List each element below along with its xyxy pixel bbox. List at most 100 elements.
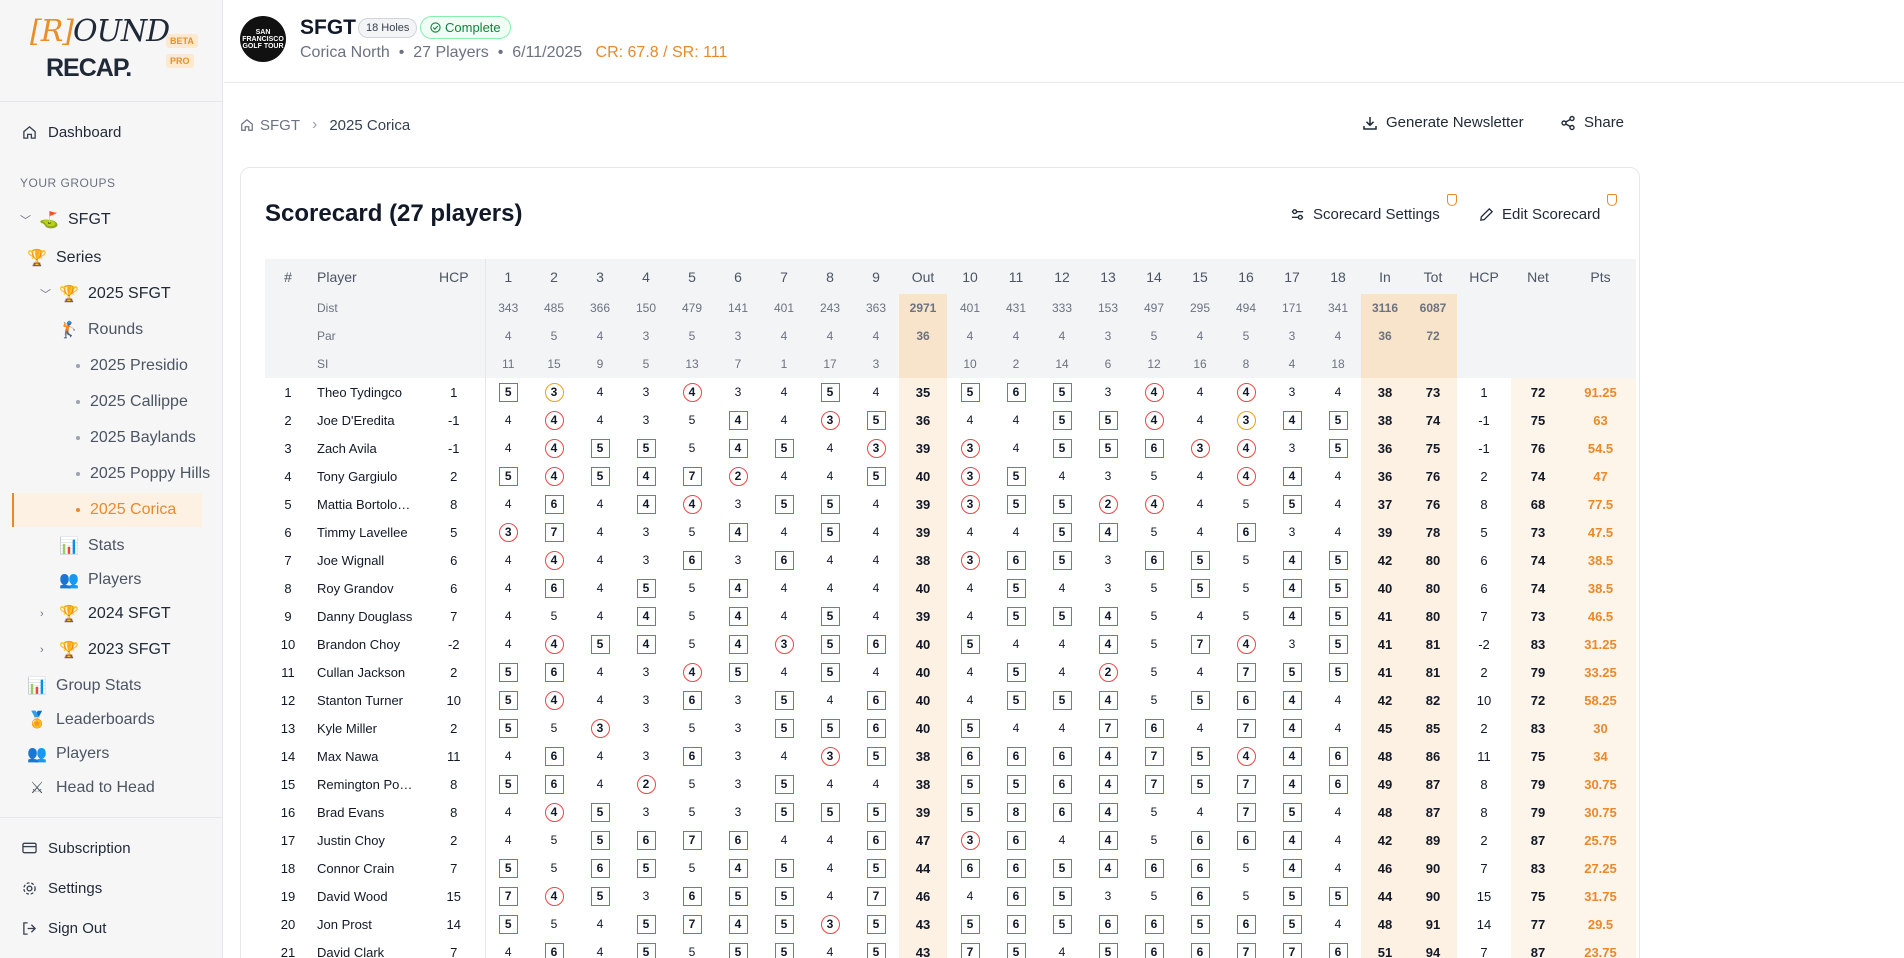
- out-total: 44: [899, 854, 947, 882]
- hole-score: 4: [1177, 378, 1223, 406]
- generate-newsletter-button[interactable]: Generate Newsletter: [1362, 114, 1524, 131]
- player-hcp2: -1: [1478, 440, 1490, 456]
- table-row[interactable]: 18 Connor Crain 7 5 5 6 5 5 4 5 4 5 44 6 6 5 4 6 6 5 4 4 46 90 7…: [265, 854, 1636, 882]
- player-name[interactable]: Justin Choy: [311, 826, 423, 854]
- share-button[interactable]: Share: [1560, 114, 1624, 131]
- score-marker: 6: [1190, 886, 1210, 906]
- sidebar-round-corica[interactable]: 2025 Corica: [12, 493, 202, 527]
- table-row[interactable]: 20 Jon Prost 14 5 5 4 5 7 4 5 3 5 43 5 6 5 6 6 5 6 5 4 48 91 14 7…: [265, 910, 1636, 938]
- sidebar-item-subscription[interactable]: Subscription: [0, 836, 222, 860]
- sidebar-round-presidio[interactable]: 2025 Presidio: [0, 353, 222, 379]
- sidebar-round-poppy-hills[interactable]: 2025 Poppy Hills: [0, 461, 222, 487]
- table-row[interactable]: 15 Remington Po… 8 5 6 4 2 5 3 5 4 4 38 5 5 6 4 7 5 7 4 6 49 87…: [265, 770, 1636, 798]
- row-num: 19: [280, 888, 296, 904]
- player-name[interactable]: Remington Po…: [311, 770, 423, 798]
- player-name[interactable]: Jon Prost: [311, 910, 423, 938]
- sidebar-item-series[interactable]: 🏆 Series: [0, 245, 222, 271]
- hole-score: 4: [577, 658, 623, 686]
- table-row[interactable]: 16 Brad Evans 8 4 4 5 3 5 3 5 5 5 39 5 8 6 4 5 4 7 5 4 48 87 8 79…: [265, 798, 1636, 826]
- sidebar-item-group-stats[interactable]: 📊 Group Stats: [0, 673, 222, 699]
- chevron-down-icon[interactable]: ﹀: [40, 286, 54, 302]
- player-name[interactable]: Theo Tydingco: [311, 378, 423, 406]
- hole-score: 6: [669, 546, 715, 574]
- dist-cell: 295: [1177, 294, 1223, 322]
- points: 46.5: [1565, 602, 1636, 630]
- sidebar-item-2024-sfgt[interactable]: › 🏆 2024 SFGT: [0, 601, 222, 627]
- col-player[interactable]: Player: [311, 259, 423, 294]
- player-name[interactable]: Timmy Lavellee: [311, 518, 423, 546]
- score-marker: 7: [682, 466, 702, 486]
- gross-total: 85: [1409, 714, 1457, 742]
- table-row[interactable]: 14 Max Nawa 11 4 6 4 3 6 3 4 3 5 38 6 6 6 4 7 5 4 4 6 48 86 11 75…: [265, 742, 1636, 770]
- hole-score: 5: [669, 630, 715, 658]
- sidebar-round-baylands[interactable]: 2025 Baylands: [0, 425, 222, 451]
- table-row[interactable]: 9 Danny Douglass 7 4 5 4 4 5 4 4 5 4 39 4 5 5 4 5 4 5 4 5 41 80…: [265, 602, 1636, 630]
- player-name[interactable]: David Clark: [311, 938, 423, 958]
- sidebar-item-stats[interactable]: 📊 Stats: [0, 533, 222, 559]
- table-row[interactable]: 5 Mattia Bortolo… 8 4 6 4 4 4 3 5 5 4 39 3 5 5 2 4 4 5 5 4 37 7…: [265, 490, 1636, 518]
- table-row[interactable]: 17 Justin Choy 2 4 5 5 6 7 6 4 4 6 47 3 6 4 4 5 6 6 4 4 42 89 2 8…: [265, 826, 1636, 854]
- player-name[interactable]: Danny Douglass: [311, 602, 423, 630]
- player-name[interactable]: David Wood: [311, 882, 423, 910]
- scorecard-settings-button[interactable]: Scorecard Settings: [1290, 206, 1440, 223]
- hole-score: 3: [947, 490, 993, 518]
- si-cell: [899, 350, 947, 378]
- sidebar-item-2023-sfgt[interactable]: › 🏆 2023 SFGT: [0, 637, 222, 663]
- points: 23.75: [1565, 938, 1636, 958]
- player-name[interactable]: Tony Gargiulo: [311, 462, 423, 490]
- edit-scorecard-button[interactable]: Edit Scorecard: [1479, 206, 1600, 223]
- sidebar-item-head-to-head[interactable]: ⚔ Head to Head: [0, 775, 222, 801]
- table-row[interactable]: 21 David Clark 7 4 6 4 5 5 5 5 4 5 43 7 5 4 5 6 6 7 7 6 51 94 7 8…: [265, 938, 1636, 958]
- sidebar-item-2025-sfgt[interactable]: ﹀ 🏆 2025 SFGT: [0, 281, 222, 307]
- hole-score: 4: [484, 574, 531, 602]
- chevron-right-icon[interactable]: ›: [40, 608, 54, 620]
- hole-score: 4: [715, 574, 761, 602]
- si-cell: 7: [715, 350, 761, 378]
- app-logo[interactable]: [R]OUND RECAP. BETA PRO: [0, 0, 222, 102]
- score-marker: 4: [1058, 945, 1066, 958]
- table-row[interactable]: 10 Brandon Choy -2 4 4 5 4 5 4 3 5 6 40 5 4 4 4 5 7 4 3 5 41 81…: [265, 630, 1636, 658]
- player-name[interactable]: Roy Grandov: [311, 574, 423, 602]
- sidebar-group-sfgt[interactable]: ﹀ ⛳ SFGT: [0, 207, 222, 233]
- table-row[interactable]: 6 Timmy Lavellee 5 3 7 4 3 5 4 4 5 4 39 4 4 5 4 5 4 6 3 4 39 78…: [265, 518, 1636, 546]
- sidebar-round-callippe[interactable]: 2025 Callippe: [0, 389, 222, 415]
- player-name[interactable]: Kyle Miller: [311, 714, 423, 742]
- table-row[interactable]: 1 Theo Tydingco 1 5 3 4 3 4 3 4 5 4 35 5 6 5 3 4 4 4 3 4 38 73 1…: [265, 378, 1636, 406]
- sidebar-item-players[interactable]: 👥 Players: [0, 567, 222, 593]
- player-name[interactable]: Brandon Choy: [311, 630, 423, 658]
- chevron-down-icon[interactable]: ﹀: [20, 212, 34, 228]
- player-name[interactable]: Zach Avila: [311, 434, 423, 462]
- player-name[interactable]: Joe Wignall: [311, 546, 423, 574]
- sidebar-item-settings[interactable]: Settings: [0, 876, 222, 900]
- player-name[interactable]: Max Nawa: [311, 742, 423, 770]
- breadcrumb-root[interactable]: SFGT: [240, 117, 300, 134]
- table-row[interactable]: 19 David Wood 15 7 4 5 3 6 5 5 4 7 46 4 6 5 3 5 6 5 5 5 44 90 15…: [265, 882, 1636, 910]
- player-name[interactable]: Joe D'Eredita: [311, 406, 423, 434]
- table-row[interactable]: 12 Stanton Turner 10 5 4 4 3 6 3 5 4 6 40 4 5 5 4 5 5 6 4 4 42…: [265, 686, 1636, 714]
- player-name[interactable]: Mattia Bortolo…: [311, 490, 423, 518]
- sidebar-item-rounds[interactable]: 🏌 Rounds: [0, 317, 222, 343]
- table-row[interactable]: 4 Tony Gargiulo 2 5 4 5 4 7 2 4 4 5 40 3 5 4 3 5 4 4 4 4 36 76 2…: [265, 462, 1636, 490]
- score-marker: 5: [1098, 438, 1118, 458]
- sidebar-item-group-players[interactable]: 👥 Players: [0, 741, 222, 767]
- table-row[interactable]: 2 Joe D'Eredita -1 4 4 4 3 5 4 4 3 5 36 4 4 5 5 4 4 3 4 5 38 74…: [265, 406, 1636, 434]
- group-avatar-icon: ⛳: [39, 212, 59, 229]
- sidebar-item-leaderboards[interactable]: 🏅 Leaderboards: [0, 707, 222, 733]
- table-row[interactable]: 7 Joe Wignall 6 4 4 4 3 6 3 6 4 4 38 3 6 5 3 6 5 5 4 5 42 80 6 74…: [265, 546, 1636, 574]
- out-total: 40: [899, 630, 947, 658]
- sidebar-item-sign-out[interactable]: Sign Out: [0, 916, 222, 940]
- logo-line1: [R]OUND: [30, 14, 170, 49]
- table-row[interactable]: 13 Kyle Miller 2 5 5 3 3 5 3 5 5 6 40 5 4 4 7 6 4 7 4 4 45 85 2 8…: [265, 714, 1636, 742]
- table-row[interactable]: 8 Roy Grandov 6 4 6 4 5 5 4 4 4 4 40 4 5 4 3 5 5 5 4 5 40 80 6 74…: [265, 574, 1636, 602]
- player-name[interactable]: Connor Crain: [311, 854, 423, 882]
- chevron-right-icon[interactable]: ›: [40, 644, 54, 656]
- score-marker: 6: [1006, 886, 1026, 906]
- table-row[interactable]: 3 Zach Avila -1 4 4 5 5 5 4 5 4 3 39 3 4 5 5 6 3 4 3 5 36 75 -1 7…: [265, 434, 1636, 462]
- par-cell: 4: [993, 322, 1039, 350]
- player-name[interactable]: Stanton Turner: [311, 686, 423, 714]
- player-name[interactable]: Cullan Jackson: [311, 658, 423, 686]
- table-row[interactable]: 11 Cullan Jackson 2 5 6 4 3 4 5 4 5 4 40 4 5 4 2 5 4 7 5 5 41 8…: [265, 658, 1636, 686]
- in-total: 48: [1361, 742, 1409, 770]
- player-name[interactable]: Brad Evans: [311, 798, 423, 826]
- sidebar-item-dashboard[interactable]: Dashboard: [0, 120, 222, 144]
